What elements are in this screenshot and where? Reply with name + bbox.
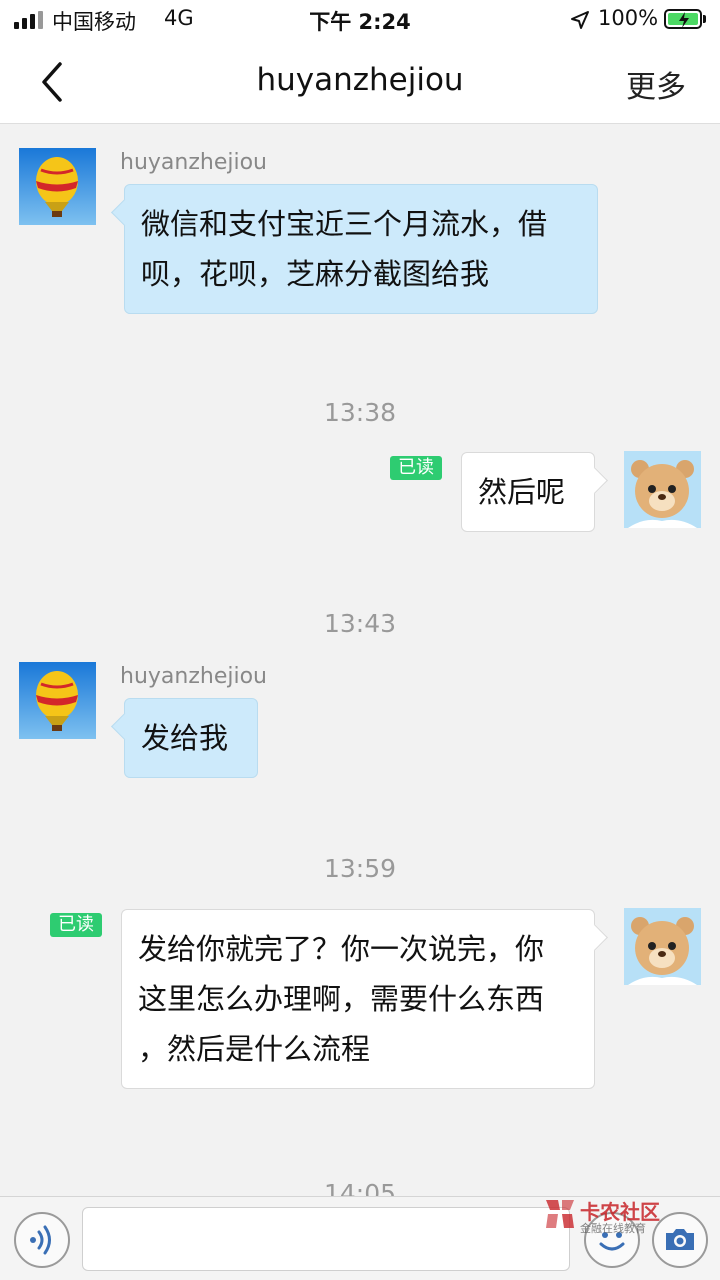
message-line: 然后呢 <box>478 475 566 509</box>
location-icon <box>571 11 589 29</box>
message-line: 发给我 <box>141 721 229 755</box>
message-bubble[interactable]: 发给你就完了？你一次说完，你 这里怎么办理啊，需要什么东西 ，然后是什么流程 <box>121 909 595 1089</box>
message-line: 发给你就完了？你一次说完，你 <box>138 932 545 966</box>
message-line: 微信和支付宝近三个月流水，借 <box>141 207 548 241</box>
chat-area[interactable]: huyanzhejiou 微信和支付宝近三个月流水，借 呗，花呗，芝麻分截图给我… <box>0 124 720 1196</box>
sender-name: huyanzhejiou <box>120 150 267 175</box>
timestamp: 13:43 <box>323 609 397 638</box>
message-input[interactable] <box>82 1207 570 1271</box>
message-bubble[interactable]: 发给我 <box>124 698 258 778</box>
balloon-avatar[interactable] <box>19 148 96 225</box>
camera-button[interactable] <box>652 1212 708 1268</box>
voice-icon <box>30 1225 51 1255</box>
status-bar: 中国移动 4G 下午 2:24 100% <box>0 0 720 40</box>
battery-icon <box>664 9 702 29</box>
timestamp: 13:59 <box>323 854 397 883</box>
message-line: 呗，花呗，芝麻分截图给我 <box>141 257 490 291</box>
emoji-button[interactable] <box>584 1212 640 1268</box>
read-badge: 已读 <box>390 456 442 480</box>
nav-bar: huyanzhejiou 更多 <box>0 40 720 124</box>
bear-avatar[interactable] <box>624 908 701 985</box>
chat-title: huyanzhejiou <box>256 62 464 98</box>
message-line: 这里怎么办理啊，需要什么东西 <box>138 982 545 1016</box>
balloon-avatar[interactable] <box>19 662 96 739</box>
message-bubble[interactable]: 微信和支付宝近三个月流水，借 呗，花呗，芝麻分截图给我 <box>124 184 598 314</box>
emoji-icon <box>599 1232 625 1251</box>
input-bar <box>0 1196 720 1280</box>
bear-avatar[interactable] <box>624 451 701 528</box>
timestamp: 13:38 <box>323 398 397 427</box>
sender-name: huyanzhejiou <box>120 664 267 689</box>
read-badge: 已读 <box>50 913 102 937</box>
battery-percent: 100% <box>598 6 659 30</box>
voice-button[interactable] <box>14 1212 70 1268</box>
message-line: ，然后是什么流程 <box>138 1032 371 1066</box>
more-button[interactable]: 更多 <box>626 62 686 106</box>
battery-tip <box>703 15 706 23</box>
timestamp: 14:05 <box>323 1179 397 1196</box>
message-bubble[interactable]: 然后呢 <box>461 452 595 532</box>
camera-icon <box>666 1229 694 1250</box>
